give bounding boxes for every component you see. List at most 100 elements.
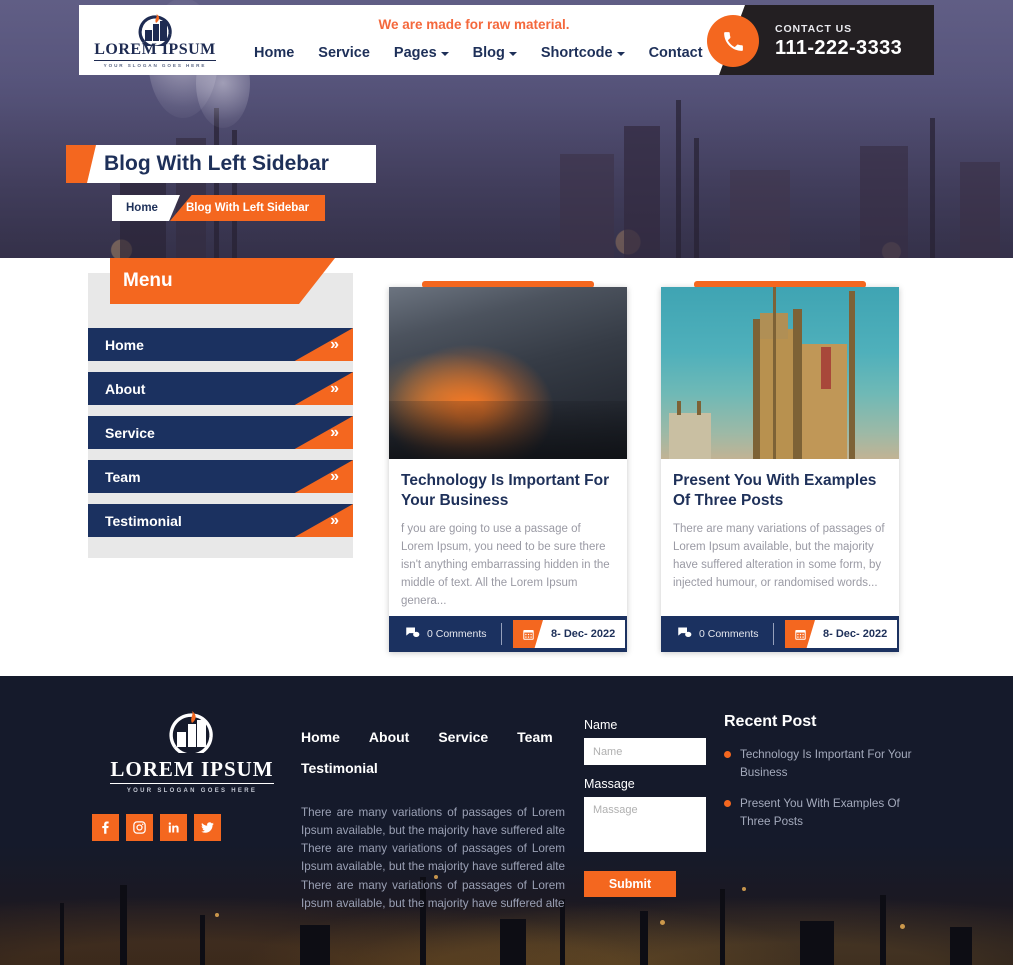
logo-slogan: YOUR SLOGAN GOES HERE — [103, 63, 207, 69]
nav-item-home[interactable]: Home — [254, 45, 294, 61]
nav-label: Pages — [393, 45, 437, 61]
sidebar-item-home[interactable]: Home » — [88, 328, 353, 361]
footer-contact-form: Name Massage Submit — [584, 718, 706, 897]
instagram-icon[interactable] — [126, 814, 153, 841]
card-excerpt: f you are going to use a passage of Lore… — [401, 522, 610, 607]
bullet-icon — [724, 800, 731, 808]
comments-meta[interactable]: 0 Comments — [677, 626, 759, 642]
footer-link-service[interactable]: Service — [438, 722, 488, 753]
sidebar-item-label: Home — [105, 336, 144, 353]
meta-divider — [772, 623, 774, 645]
comment-icon — [405, 626, 420, 642]
recent-post-heading: Recent Post — [724, 713, 817, 730]
nav-item-blog[interactable]: Blog — [473, 45, 517, 61]
contact-number[interactable]: 111-222-3333 — [775, 37, 902, 60]
comment-icon — [677, 626, 692, 642]
blog-card[interactable]: Present You With Examples Of Three Posts… — [661, 281, 899, 652]
contact-label: CONTACT US — [775, 23, 853, 35]
sidebar-item-label: Testimonial — [105, 512, 182, 529]
post-date: 8- Dec- 2022 — [823, 628, 888, 640]
meta-divider — [500, 623, 502, 645]
linkedin-icon[interactable] — [160, 814, 187, 841]
calendar-icon — [785, 620, 815, 648]
date-meta: 8- Dec- 2022 — [785, 620, 898, 648]
date-meta: 8- Dec- 2022 — [513, 620, 626, 648]
name-input[interactable] — [584, 738, 706, 765]
footer-nav-links: Home About Service Team Testimonial — [301, 722, 566, 784]
submit-button[interactable]: Submit — [584, 871, 676, 897]
nav-label: Shortcode — [540, 45, 613, 61]
nav-label: Contact — [648, 45, 703, 61]
double-chevron-right-icon: » — [330, 379, 339, 397]
chevron-down-icon — [616, 52, 625, 56]
page-root: Blog With Left Sidebar Home Blog With Le… — [0, 0, 1013, 965]
post-date: 8- Dec- 2022 — [551, 628, 616, 640]
sidebar-item-label: About — [105, 380, 146, 397]
comments-count: 0 Comments — [427, 628, 487, 640]
contact-info: CONTACT US 111-222-3333 — [775, 23, 902, 60]
recent-post-label: Technology Is Important For Your Busines… — [740, 748, 912, 779]
message-textarea[interactable] — [584, 797, 706, 852]
comments-count: 0 Comments — [699, 628, 759, 640]
page-title-block: Blog With Left Sidebar Home Blog With Le… — [79, 145, 376, 221]
nav-label: Blog — [472, 45, 505, 61]
facebook-icon[interactable] — [92, 814, 119, 841]
sidebar-item-team[interactable]: Team » — [88, 460, 353, 493]
twitter-icon[interactable] — [194, 814, 221, 841]
sidebar-heading-label: Menu — [123, 270, 173, 291]
phone-icon[interactable] — [707, 15, 759, 67]
page-title-plate: Blog With Left Sidebar — [79, 145, 376, 183]
name-field-label: Name — [584, 718, 618, 732]
double-chevron-right-icon: » — [330, 423, 339, 441]
sidebar-item-label: Team — [105, 468, 141, 485]
card-title[interactable]: Present You With Examples Of Three Posts — [673, 471, 887, 511]
footer-link-home[interactable]: Home — [301, 722, 340, 753]
sidebar-menu-list: Home » About » Service » Team » Testimon… — [88, 328, 353, 548]
footer-about-text: There are many variations of passages of… — [301, 805, 565, 910]
main-nav: Home Service Pages Blog Shortcode Contac… — [254, 45, 779, 61]
card-excerpt: There are many variations of passages of… — [673, 522, 885, 589]
metal-grinding-sparks-photo — [389, 287, 627, 459]
recent-post-label: Present You With Examples Of Three Posts — [740, 797, 900, 828]
breadcrumb-home[interactable]: Home — [112, 195, 180, 221]
factory-logo-icon — [163, 707, 221, 757]
header-tagline: We are made for raw material. — [378, 17, 570, 32]
blog-card[interactable]: Technology Is Important For Your Busines… — [389, 281, 627, 652]
main-content: Menu Home » About » Service » Team » Tes… — [0, 258, 1013, 676]
nav-item-shortcode[interactable]: Shortcode — [541, 45, 625, 61]
nav-item-contact[interactable]: Contact — [649, 45, 703, 61]
left-sidebar: Menu Home » About » Service » Team » Tes… — [88, 258, 353, 558]
card-body: Technology Is Important For Your Busines… — [389, 459, 627, 610]
sidebar-item-testimonial[interactable]: Testimonial » — [88, 504, 353, 537]
site-logo[interactable]: LOREM IPSUM YOUR SLOGAN GOES HERE — [91, 9, 219, 71]
sidebar-item-label: Service — [105, 424, 155, 441]
nav-label: Home — [254, 45, 295, 61]
chevron-down-icon — [440, 52, 449, 56]
footer-link-about[interactable]: About — [369, 722, 409, 753]
footer-link-team[interactable]: Team — [517, 722, 553, 753]
nav-item-pages[interactable]: Pages — [394, 45, 449, 61]
factory-logo-icon — [134, 12, 176, 49]
double-chevron-right-icon: » — [330, 511, 339, 529]
footer-link-testimonial[interactable]: Testimonial — [301, 753, 378, 784]
recent-post-item[interactable]: Technology Is Important For Your Busines… — [724, 746, 924, 781]
sidebar-item-about[interactable]: About » — [88, 372, 353, 405]
sidebar-item-service[interactable]: Service » — [88, 416, 353, 449]
social-links — [92, 814, 292, 841]
recent-post-item[interactable]: Present You With Examples Of Three Posts — [724, 795, 924, 830]
sidebar-heading: Menu — [110, 258, 335, 304]
card-body: Present You With Examples Of Three Posts… — [661, 459, 899, 592]
double-chevron-right-icon: » — [330, 335, 339, 353]
breadcrumb-current: Blog With Left Sidebar — [169, 195, 326, 221]
nav-item-service[interactable]: Service — [318, 45, 370, 61]
comments-meta[interactable]: 0 Comments — [405, 626, 487, 642]
site-header: LOREM IPSUM YOUR SLOGAN GOES HERE We are… — [79, 5, 934, 75]
page-title: Blog With Left Sidebar — [104, 152, 329, 175]
breadcrumb: Home Blog With Left Sidebar — [112, 195, 376, 221]
card-meta-bar: 0 Comments 8- Dec- 2022 — [661, 616, 899, 652]
bullet-icon — [724, 751, 731, 758]
message-field-label: Massage — [584, 777, 635, 791]
card-title[interactable]: Technology Is Important For Your Busines… — [401, 471, 615, 511]
footer-logo-column: LOREM IPSUM YOUR SLOGAN GOES HERE — [92, 707, 292, 841]
chevron-down-icon — [508, 52, 517, 56]
